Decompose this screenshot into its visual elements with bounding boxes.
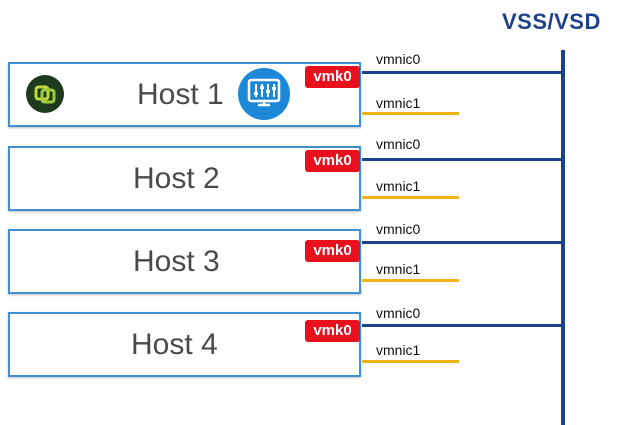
vmnic0-uplink-host-2 <box>362 158 562 161</box>
vmnic0-uplink-host-3 <box>362 241 562 244</box>
vmnic1-uplink-host-1 <box>362 112 459 115</box>
vmnic1-uplink-host-3 <box>362 279 459 282</box>
vmnic1-uplink-host-2 <box>362 196 459 199</box>
vmnic0-label-host-2: vmnic0 <box>376 136 421 152</box>
vmk0-badge-host-4: vmk0 <box>305 320 360 342</box>
host-label: Host 2 <box>133 162 220 195</box>
vmnic1-label-host-3: vmnic1 <box>376 261 421 277</box>
host-label: Host 4 <box>131 328 218 361</box>
vmnic0-uplink-host-4 <box>362 324 562 327</box>
switch-title: VSS/VSD <box>502 9 601 34</box>
vmnic0-label-host-1: vmnic0 <box>376 51 421 67</box>
vmnic0-label-host-4: vmnic0 <box>376 305 421 321</box>
vmk0-badge-host-3: vmk0 <box>305 240 360 262</box>
vmnic1-label-host-4: vmnic1 <box>376 342 421 358</box>
vmnic1-uplink-host-4 <box>362 360 459 363</box>
vmk0-badge-host-1: vmk0 <box>305 66 360 88</box>
switch-bus-line <box>561 50 565 425</box>
vmnic0-label-host-3: vmnic0 <box>376 221 421 237</box>
vmnic0-uplink-host-1 <box>362 71 562 74</box>
vmk0-badge-host-2: vmk0 <box>305 150 360 172</box>
vmnic1-label-host-1: vmnic1 <box>376 95 421 111</box>
host-label: Host 3 <box>133 245 220 278</box>
monitor-sliders-icon <box>237 67 291 121</box>
vmnic1-label-host-2: vmnic1 <box>376 178 421 194</box>
vsphere-logo-icon <box>26 75 64 113</box>
host-label: Host 1 <box>137 78 224 111</box>
